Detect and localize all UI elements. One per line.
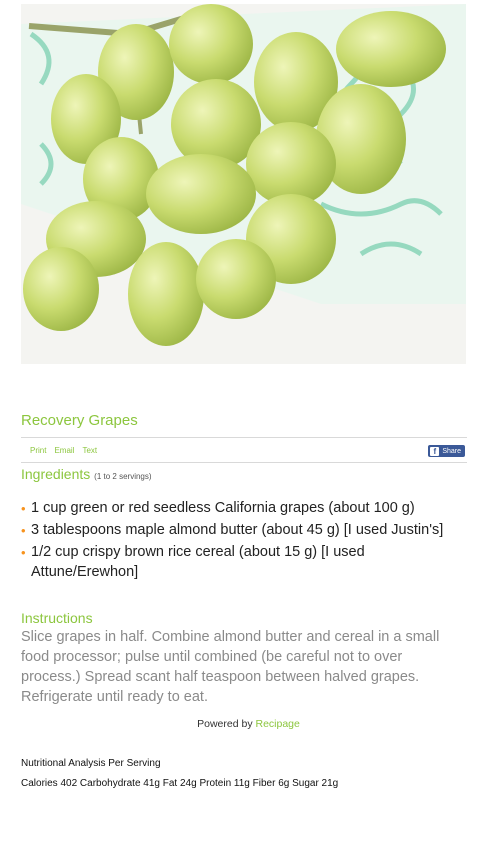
ingredient-item: 1 cup green or red seedless California g…: [21, 498, 461, 519]
share-label: Share: [442, 447, 461, 455]
print-link[interactable]: Print: [30, 446, 46, 455]
recipe-toolbar: Print Email Text f Share: [21, 437, 467, 463]
text-link[interactable]: Text: [82, 446, 97, 455]
ingredients-list: 1 cup green or red seedless California g…: [21, 498, 461, 584]
ingredient-item: 1/2 cup crispy brown rice cereal (about …: [21, 542, 461, 582]
ingredient-item: 3 tablespoons maple almond butter (about…: [21, 520, 461, 541]
nutrition-values: Calories 402 Carbohydrate 41g Fat 24g Pr…: [21, 778, 339, 789]
instructions-heading: Instructions: [21, 610, 93, 626]
recipage-link[interactable]: Recipage: [256, 718, 300, 730]
email-link[interactable]: Email: [54, 446, 74, 455]
instructions-text: Slice grapes in half. Combine almond but…: [21, 629, 440, 705]
powered-prefix: Powered by: [197, 718, 253, 730]
nutrition-title: Nutritional Analysis Per Serving: [21, 758, 161, 769]
recipe-title: Recovery Grapes: [21, 412, 138, 429]
ingredients-heading: Ingredients (1 to 2 servings): [21, 466, 152, 482]
grapes-image: [21, 4, 466, 364]
facebook-share-button[interactable]: f Share: [428, 445, 465, 457]
recipe-photo: [21, 4, 466, 364]
servings-note: (1 to 2 servings): [94, 472, 152, 481]
facebook-icon: f: [430, 446, 440, 456]
ingredients-title: Ingredients: [21, 466, 91, 482]
powered-by: Powered by Recipage: [0, 718, 497, 730]
